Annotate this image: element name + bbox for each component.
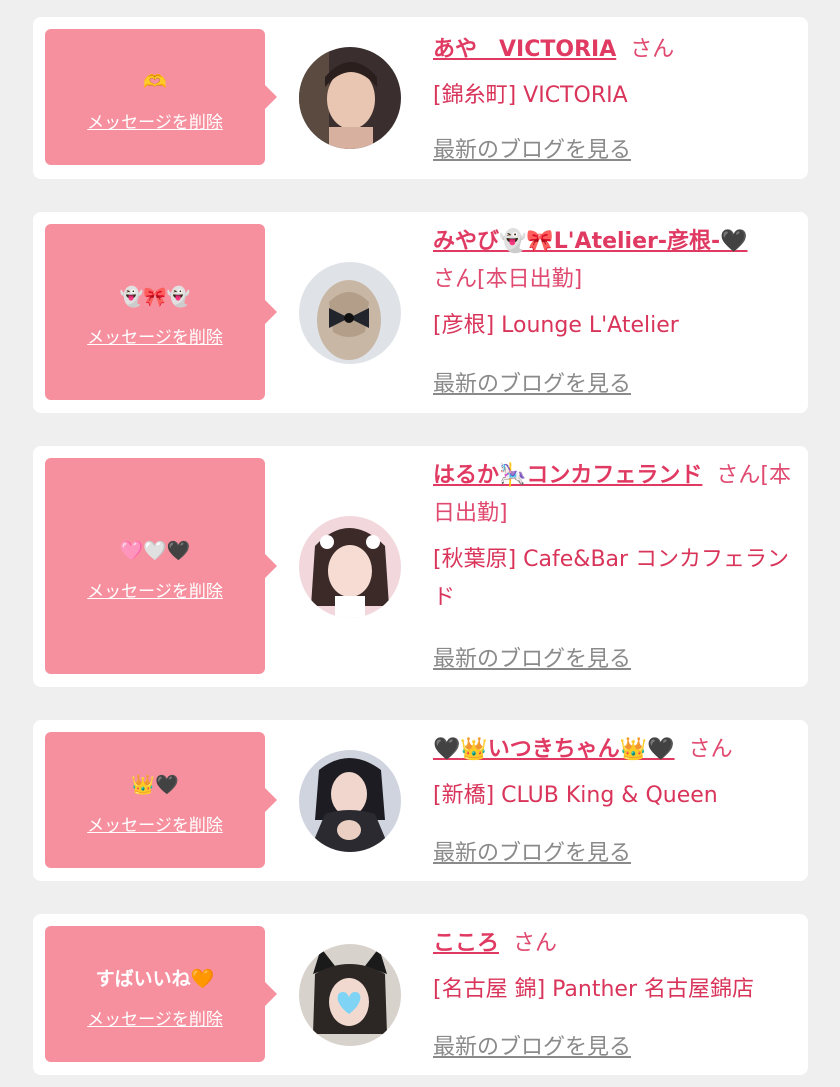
card-info: あや VICTORIA さん [錦糸町] VICTORIA: [433, 31, 793, 115]
message-card: 🫶 メッセージを削除 あや VICTORIA さん [錦糸町] VICTORIA …: [33, 17, 808, 179]
name-suffix: さん[本日出勤]: [433, 267, 583, 292]
latest-blog-link[interactable]: 最新のブログを見る: [433, 366, 631, 398]
latest-blog-link[interactable]: 最新のブログを見る: [433, 835, 631, 867]
message-text: 🫶: [143, 70, 167, 93]
message-bubble: 👑🖤 メッセージを削除: [45, 732, 277, 868]
shop-name: [新橋] CLUB King & Queen: [433, 783, 718, 808]
message-text: 👑🖤: [131, 773, 179, 796]
message-bubble: 👻🎀👻 メッセージを削除: [45, 224, 277, 400]
delete-message-link[interactable]: メッセージを削除: [87, 811, 223, 836]
name-suffix: さん: [630, 37, 675, 62]
cast-name-link[interactable]: はるか🎠コンカフェランド: [433, 463, 702, 488]
shop-name: [名古屋 錦] Panther 名古屋錦店: [433, 977, 754, 1002]
delete-message-link[interactable]: メッセージを削除: [87, 108, 223, 133]
cast-name-link[interactable]: 🖤👑いつきちゃん👑🖤: [433, 737, 675, 762]
message-card: 👻🎀👻 メッセージを削除 みやび👻🎀L'Atelier-彦根-🖤 さん[本日出勤]…: [33, 212, 808, 413]
latest-blog-link[interactable]: 最新のブログを見る: [433, 1029, 631, 1061]
latest-blog-link[interactable]: 最新のブログを見る: [433, 132, 631, 164]
card-info: 🖤👑いつきちゃん👑🖤 さん [新橋] CLUB King & Queen: [433, 731, 793, 815]
delete-message-link[interactable]: メッセージを削除: [87, 1005, 223, 1030]
cast-name-link[interactable]: こころ: [433, 931, 499, 956]
card-info: はるか🎠コンカフェランド さん[本日出勤] [秋葉原] Cafe&Bar コンカフ…: [433, 457, 793, 617]
message-card: 👑🖤 メッセージを削除 🖤👑いつきちゃん👑🖤 さん [新橋] CLUB King …: [33, 720, 808, 881]
card-info: こころ さん [名古屋 錦] Panther 名古屋錦店: [433, 925, 793, 1009]
message-text: すばいいね🧡: [95, 967, 215, 990]
message-bubble: 🫶 メッセージを削除: [45, 29, 277, 165]
avatar[interactable]: [299, 750, 401, 852]
message-text: 👻🎀👻: [119, 285, 191, 308]
latest-blog-link[interactable]: 最新のブログを見る: [433, 641, 631, 673]
cast-name-link[interactable]: みやび👻🎀L'Atelier-彦根-🖤: [433, 229, 748, 254]
name-suffix: さん: [688, 737, 733, 762]
avatar[interactable]: [299, 516, 401, 618]
message-bubble: すばいいね🧡 メッセージを削除: [45, 926, 277, 1062]
card-info: みやび👻🎀L'Atelier-彦根-🖤 さん[本日出勤] [彦根] Lounge …: [433, 223, 793, 345]
name-suffix: さん: [513, 931, 558, 956]
avatar[interactable]: [299, 944, 401, 1046]
message-bubble: 🩷🤍🖤 メッセージを削除: [45, 458, 277, 674]
message-card: 🩷🤍🖤 メッセージを削除 はるか🎠コンカフェランド さん[本日出勤] [秋葉原] …: [33, 446, 808, 687]
cast-name-link[interactable]: あや VICTORIA: [433, 37, 616, 62]
delete-message-link[interactable]: メッセージを削除: [87, 323, 223, 348]
shop-name: [彦根] Lounge L'Atelier: [433, 313, 679, 338]
message-card: すばいいね🧡 メッセージを削除 こころ さん [名古屋 錦] Panther 名古…: [33, 914, 808, 1075]
delete-message-link[interactable]: メッセージを削除: [87, 577, 223, 602]
message-text: 🩷🤍🖤: [119, 539, 191, 562]
avatar[interactable]: [299, 47, 401, 149]
avatar[interactable]: [299, 262, 401, 364]
shop-name: [秋葉原] Cafe&Bar コンカフェランド: [433, 547, 790, 610]
shop-name: [錦糸町] VICTORIA: [433, 83, 628, 108]
